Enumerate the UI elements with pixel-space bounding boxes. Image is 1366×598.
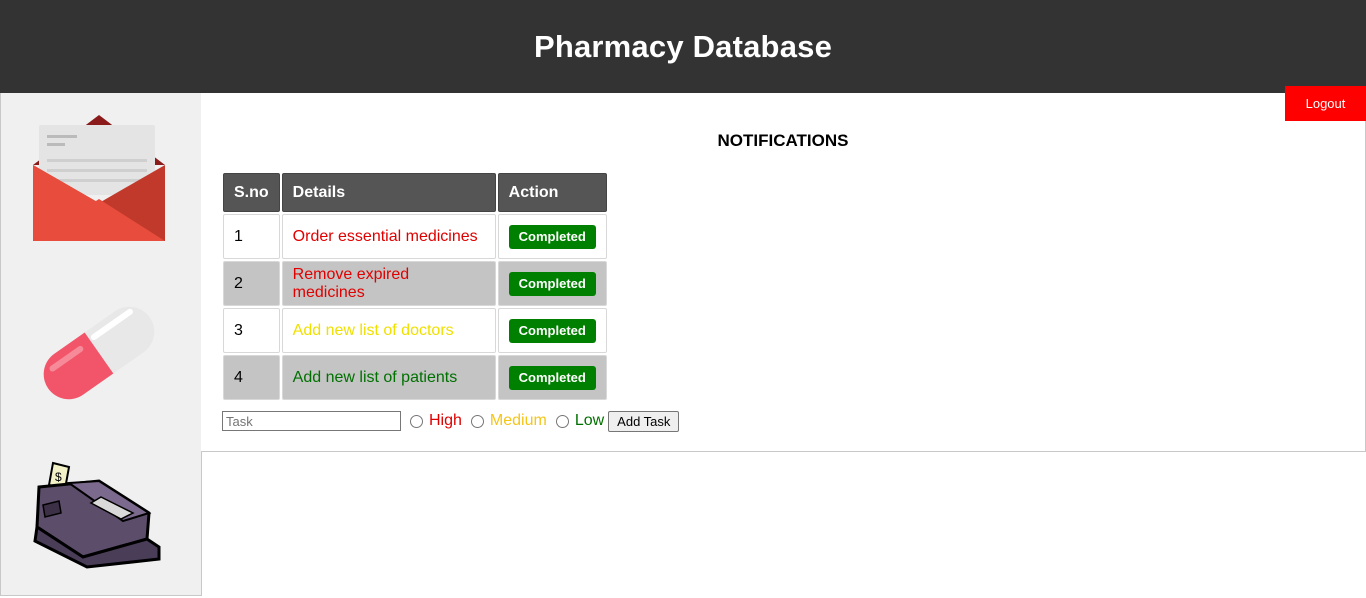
table-header-row: S.no Details Action [223, 173, 607, 212]
completed-button[interactable]: Completed [508, 318, 596, 343]
row-action: Completed [497, 308, 607, 353]
svg-text:$: $ [55, 470, 62, 484]
priority-medium-label: Medium [489, 412, 547, 429]
row-sno: 4 [223, 355, 280, 400]
completed-button[interactable]: Completed [508, 271, 596, 296]
notifications-table: S.no Details Action 1 Order essential me… [221, 171, 609, 402]
priority-low-radio[interactable] [555, 414, 569, 428]
row-sno: 2 [223, 261, 280, 306]
envelope-icon[interactable] [29, 113, 169, 248]
row-details: Add new list of doctors [281, 308, 496, 353]
completed-button[interactable]: Completed [508, 224, 596, 249]
row-sno: 1 [223, 214, 280, 259]
add-task-button[interactable]: Add Task [608, 410, 680, 432]
row-details: Add new list of patients [281, 355, 496, 400]
completed-button[interactable]: Completed [508, 365, 596, 390]
capsule-icon[interactable] [29, 298, 169, 413]
cash-register-icon[interactable]: $ [29, 461, 169, 576]
row-sno: 3 [223, 308, 280, 353]
logout-button[interactable]: Logout [1285, 86, 1366, 121]
column-header-details: Details [281, 173, 496, 212]
sidebar: $ [0, 93, 202, 596]
add-task-form: High Medium Low Add Task [222, 410, 680, 432]
priority-high-radio[interactable] [410, 414, 423, 428]
column-header-sno: S.no [223, 173, 280, 212]
app-header: Pharmacy Database [0, 0, 1366, 93]
table-row: 3 Add new list of doctors Completed [223, 308, 607, 353]
page-title: Pharmacy Database [533, 28, 833, 64]
section-title: NOTIFICATIONS [717, 131, 849, 150]
row-action: Completed [497, 355, 607, 400]
row-details: Remove expired medicines [281, 261, 496, 306]
row-action: Completed [497, 214, 607, 259]
table-row: 2 Remove expired medicines Completed [223, 261, 607, 306]
priority-medium-radio[interactable] [470, 414, 484, 428]
priority-low-label: Low [574, 412, 605, 429]
row-action: Completed [497, 261, 607, 306]
task-input[interactable] [222, 411, 401, 431]
table-row: 1 Order essential medicines Completed [223, 214, 607, 259]
row-details: Order essential medicines [281, 214, 496, 259]
table-row: 4 Add new list of patients Completed [223, 355, 607, 400]
priority-high-label: High [429, 412, 462, 429]
column-header-action: Action [497, 173, 607, 212]
